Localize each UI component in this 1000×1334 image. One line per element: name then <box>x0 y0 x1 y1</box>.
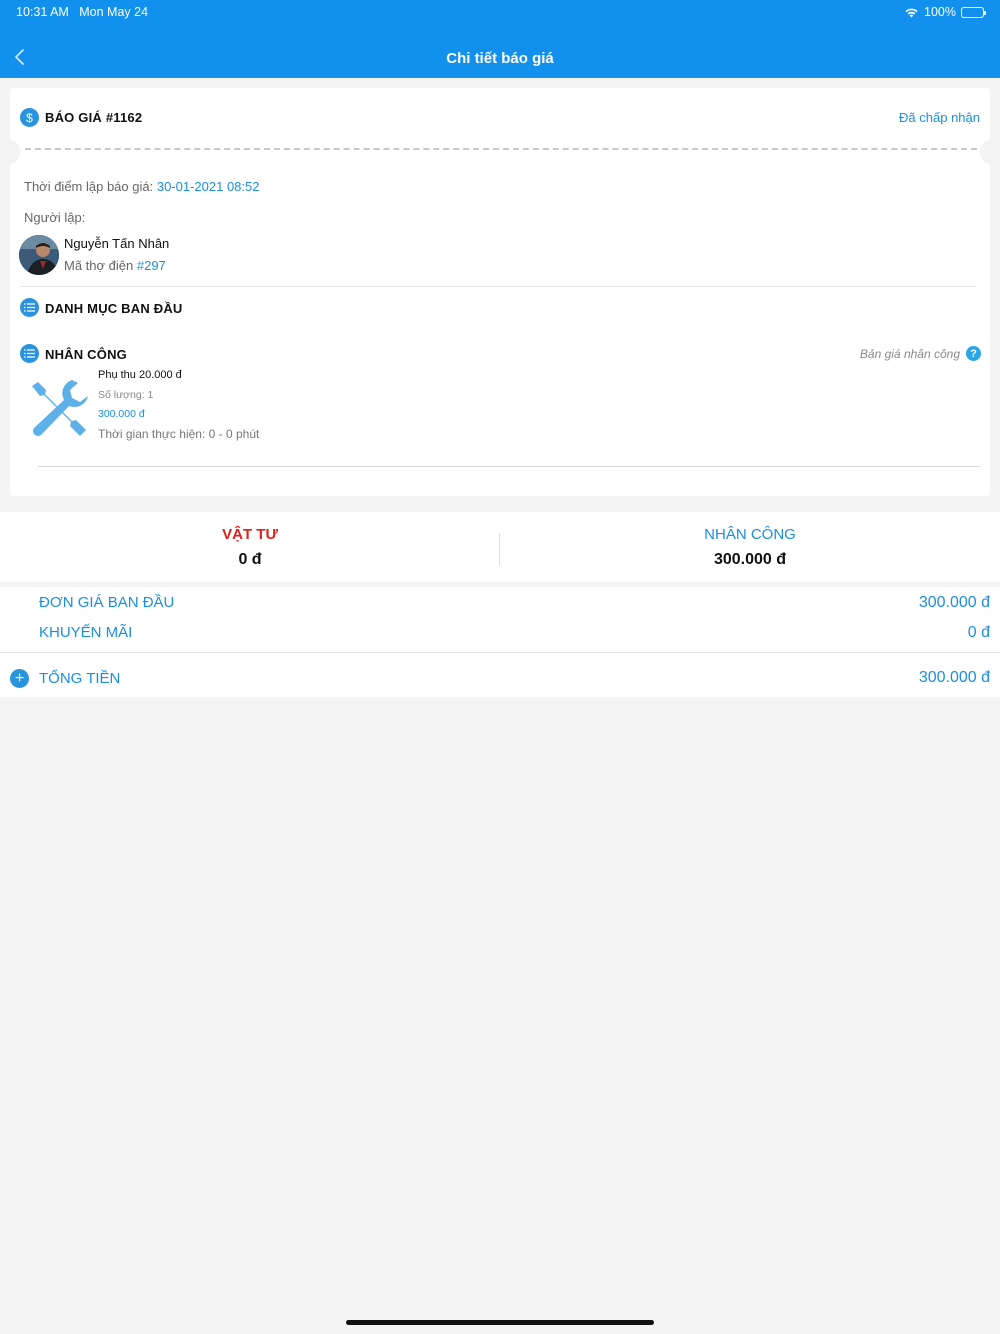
avatar <box>19 235 59 275</box>
tools-icon <box>32 380 88 436</box>
list-icon <box>20 344 39 363</box>
dollar-icon: $ <box>20 108 39 127</box>
status-right: 100% <box>904 5 986 19</box>
status-time: 10:31 AM Mon May 24 <box>16 5 149 19</box>
wifi-icon <box>905 8 918 17</box>
labor-item-duration: Thời gian thực hiện: 0 - 0 phút <box>98 427 260 441</box>
labor-summary: NHÂN CÔNG 300.000 đ <box>500 526 1000 569</box>
page-title: Chi tiết báo giá <box>446 50 554 67</box>
home-indicator[interactable] <box>346 1320 654 1325</box>
divider <box>21 286 976 287</box>
section-labor: NHÂN CÔNG <box>45 347 127 362</box>
divider <box>38 466 980 467</box>
cost-summary: VẬT TƯ 0 đ NHÂN CÔNG 300.000 đ <box>0 512 1000 582</box>
created-time-row: Thời điểm lập báo giá: 30-01-2021 08:52 <box>24 179 260 194</box>
total-value: 300.000 đ <box>918 669 990 686</box>
section-initial-items: DANH MỤC BAN ĐẦU <box>45 301 183 316</box>
base-price-value: 300.000 đ <box>918 594 990 611</box>
creator-code-row: Mã thợ điện #297 <box>64 258 166 273</box>
labor-item-price: 300.000 đ <box>98 408 145 420</box>
materials-label: VẬT TƯ <box>222 526 278 543</box>
status-bar: 10:31 AM Mon May 24 100% <box>0 0 1000 24</box>
labor-value: 300.000 đ <box>713 551 787 568</box>
battery-icon <box>961 6 986 18</box>
ticket-divider <box>25 148 977 150</box>
ticket-notch-right <box>980 140 1000 164</box>
labor-price-link[interactable]: Bản giá nhân công <box>860 347 960 361</box>
quote-title: BÁO GIÁ #1162 <box>45 110 143 125</box>
nav-bar: Chi tiết báo giá <box>0 24 1000 78</box>
plus-icon[interactable]: + <box>10 669 29 688</box>
created-time-value: 30-01-2021 08:52 <box>156 179 260 194</box>
help-icon[interactable]: ? <box>966 346 981 361</box>
quote-status-badge: Đã chấp nhận <box>899 110 980 125</box>
promo-label: KHUYẾN MÃI <box>39 624 133 641</box>
created-time-label: Thời điểm lập báo giá: <box>24 179 154 194</box>
list-icon <box>20 298 39 317</box>
creator-label: Người lập: <box>24 210 86 225</box>
creator-name: Nguyễn Tấn Nhân <box>64 236 170 251</box>
base-price-label: ĐƠN GIÁ BAN ĐẦU <box>39 594 175 611</box>
materials-value: 0 đ <box>238 551 262 568</box>
labor-item-quantity: Số lượng: 1 <box>98 389 154 401</box>
ticket-notch-left <box>0 140 20 164</box>
battery-percent: 100% <box>924 5 956 19</box>
creator-code-label: Mã thợ điện <box>64 258 134 273</box>
labor-label: NHÂN CÔNG <box>704 526 796 543</box>
totals-panel: ĐƠN GIÁ BAN ĐẦU 300.000 đ KHUYẾN MÃI 0 đ… <box>0 587 1000 697</box>
creator-code-value[interactable]: #297 <box>137 258 166 273</box>
divider <box>0 652 1000 653</box>
materials-summary: VẬT TƯ 0 đ <box>0 526 500 569</box>
promo-value: 0 đ <box>967 624 990 641</box>
total-label[interactable]: TỔNG TIỀN <box>39 670 120 687</box>
labor-item-name: Phụ thu 20.000 đ <box>98 369 182 381</box>
